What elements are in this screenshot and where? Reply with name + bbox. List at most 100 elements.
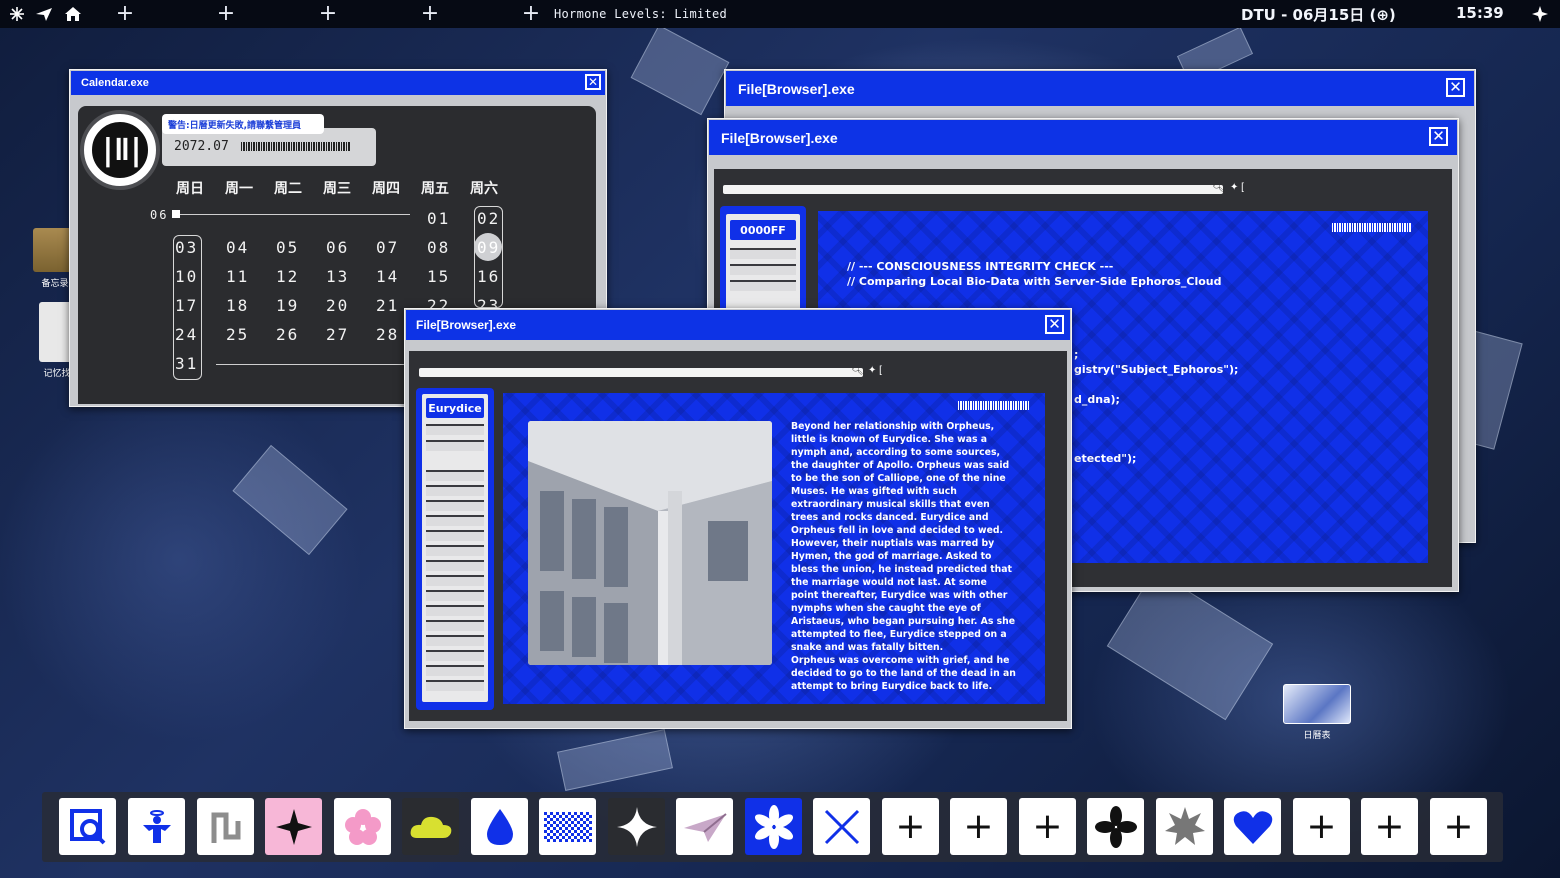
- day-cell[interactable]: 21: [376, 296, 399, 315]
- list-item[interactable]: [426, 605, 484, 616]
- cloud-icon[interactable]: [402, 798, 459, 855]
- close-button[interactable]: ✕: [1045, 315, 1064, 334]
- list-item[interactable]: [426, 590, 484, 601]
- angel-icon[interactable]: [128, 798, 185, 855]
- day-cell[interactable]: 06: [326, 238, 349, 257]
- list-item[interactable]: [426, 424, 484, 435]
- plus-icon[interactable]: +: [1019, 798, 1076, 855]
- search-icon[interactable]: 🔍︎: [1212, 182, 1225, 193]
- weekday-header: 周三: [323, 181, 351, 197]
- day-cell[interactable]: 31: [175, 354, 198, 373]
- file-tag[interactable]: 0000FF: [730, 220, 796, 240]
- day-cell[interactable]: 20: [326, 296, 349, 315]
- day-cell[interactable]: 28: [376, 325, 399, 344]
- list-item[interactable]: [426, 635, 484, 646]
- new-tab-button[interactable]: +: [521, 3, 541, 25]
- star-icon[interactable]: [608, 798, 665, 855]
- day-cell[interactable]: 04: [226, 238, 249, 257]
- window-titlebar[interactable]: File[Browser].exe: [726, 71, 1474, 106]
- asterisk-icon[interactable]: [745, 798, 802, 855]
- list-item[interactable]: [426, 620, 484, 631]
- day-cell[interactable]: 19: [276, 296, 299, 315]
- list-item[interactable]: [426, 545, 484, 556]
- search-bar[interactable]: [723, 185, 1223, 194]
- list-item[interactable]: [730, 280, 796, 291]
- day-cell[interactable]: 10: [175, 267, 198, 286]
- top-bar: + + + + + Hormone Levels: Limited DTU - …: [0, 0, 1560, 28]
- list-item[interactable]: [426, 470, 484, 481]
- home-icon[interactable]: [63, 4, 83, 24]
- day-cell[interactable]: 01: [427, 209, 450, 228]
- window-titlebar[interactable]: File[Browser].exe: [709, 120, 1457, 155]
- day-cell[interactable]: 16: [477, 267, 500, 286]
- day-cell[interactable]: 11: [226, 267, 249, 286]
- day-cell[interactable]: 05: [276, 238, 299, 257]
- list-item[interactable]: [426, 575, 484, 586]
- plus-icon[interactable]: +: [882, 798, 939, 855]
- new-tab-button[interactable]: +: [318, 3, 338, 25]
- window-title: File[Browser].exe: [416, 318, 517, 332]
- list-item[interactable]: [426, 515, 484, 526]
- day-cell[interactable]: 15: [427, 267, 450, 286]
- sparkle-icon[interactable]: [265, 798, 322, 855]
- day-cell[interactable]: 25: [226, 325, 249, 344]
- search-icon[interactable]: 🔍︎: [851, 365, 864, 376]
- clover-icon[interactable]: [1087, 798, 1144, 855]
- list-item[interactable]: [730, 264, 796, 275]
- plus-icon[interactable]: +: [1293, 798, 1350, 855]
- flower-icon[interactable]: [334, 798, 391, 855]
- day-cell[interactable]: 14: [376, 267, 399, 286]
- day-cell[interactable]: 24: [175, 325, 198, 344]
- weekday-header: 周六: [470, 181, 498, 197]
- day-cell[interactable]: 07: [376, 238, 399, 257]
- code-line: // Comparing Local Bio-Data with Server-…: [847, 275, 1222, 288]
- new-tab-button[interactable]: +: [216, 3, 236, 25]
- day-cell[interactable]: 26: [276, 325, 299, 344]
- list-item[interactable]: [730, 248, 796, 259]
- scribble-icon[interactable]: [197, 798, 254, 855]
- list-item[interactable]: [426, 650, 484, 661]
- heart-icon[interactable]: [1224, 798, 1281, 855]
- day-cell[interactable]: 27: [326, 325, 349, 344]
- list-item[interactable]: [426, 560, 484, 571]
- cross-icon[interactable]: [813, 798, 870, 855]
- day-cell[interactable]: 18: [226, 296, 249, 315]
- code-line: ;: [1074, 348, 1079, 361]
- droplet-icon[interactable]: [471, 798, 528, 855]
- file-tag[interactable]: Eurydice: [426, 398, 484, 418]
- list-item[interactable]: [426, 500, 484, 511]
- plus-icon[interactable]: +: [950, 798, 1007, 855]
- day-cell[interactable]: 03: [175, 238, 198, 257]
- day-cell-selected[interactable]: 09: [477, 238, 500, 257]
- plus-icon[interactable]: +: [1430, 798, 1487, 855]
- day-cell[interactable]: 17: [175, 296, 198, 315]
- sparkle-icon[interactable]: [1530, 4, 1550, 24]
- close-button[interactable]: ✕: [585, 74, 601, 90]
- list-item[interactable]: [426, 440, 484, 451]
- checker-icon[interactable]: [539, 798, 596, 855]
- divider: [174, 214, 410, 215]
- plus-icon[interactable]: +: [1361, 798, 1418, 855]
- new-tab-button[interactable]: +: [420, 3, 440, 25]
- new-tab-button[interactable]: +: [115, 3, 135, 25]
- day-cell[interactable]: 13: [326, 267, 349, 286]
- magnifier-icon[interactable]: [59, 798, 116, 855]
- list-item[interactable]: [426, 530, 484, 541]
- snowflake-icon[interactable]: [7, 4, 27, 24]
- day-cell[interactable]: 12: [276, 267, 299, 286]
- close-button[interactable]: ✕: [1446, 78, 1465, 97]
- list-item[interactable]: [426, 680, 484, 691]
- code-line: gistry("Subject_Ephoros");: [1074, 363, 1239, 376]
- window-titlebar[interactable]: Calendar.exe: [71, 71, 605, 95]
- list-item[interactable]: [426, 665, 484, 676]
- day-cell[interactable]: 02: [477, 209, 500, 228]
- paper-plane-icon[interactable]: [676, 798, 733, 855]
- close-button[interactable]: ✕: [1429, 127, 1448, 146]
- search-bar[interactable]: [419, 368, 863, 377]
- list-item[interactable]: [426, 485, 484, 496]
- day-cell[interactable]: 08: [427, 238, 450, 257]
- desktop-icon-calendar[interactable]: 日曆表: [1282, 684, 1352, 741]
- burst-icon[interactable]: [1156, 798, 1213, 855]
- window-titlebar[interactable]: File[Browser].exe: [406, 310, 1070, 340]
- paper-plane-icon[interactable]: [34, 4, 54, 24]
